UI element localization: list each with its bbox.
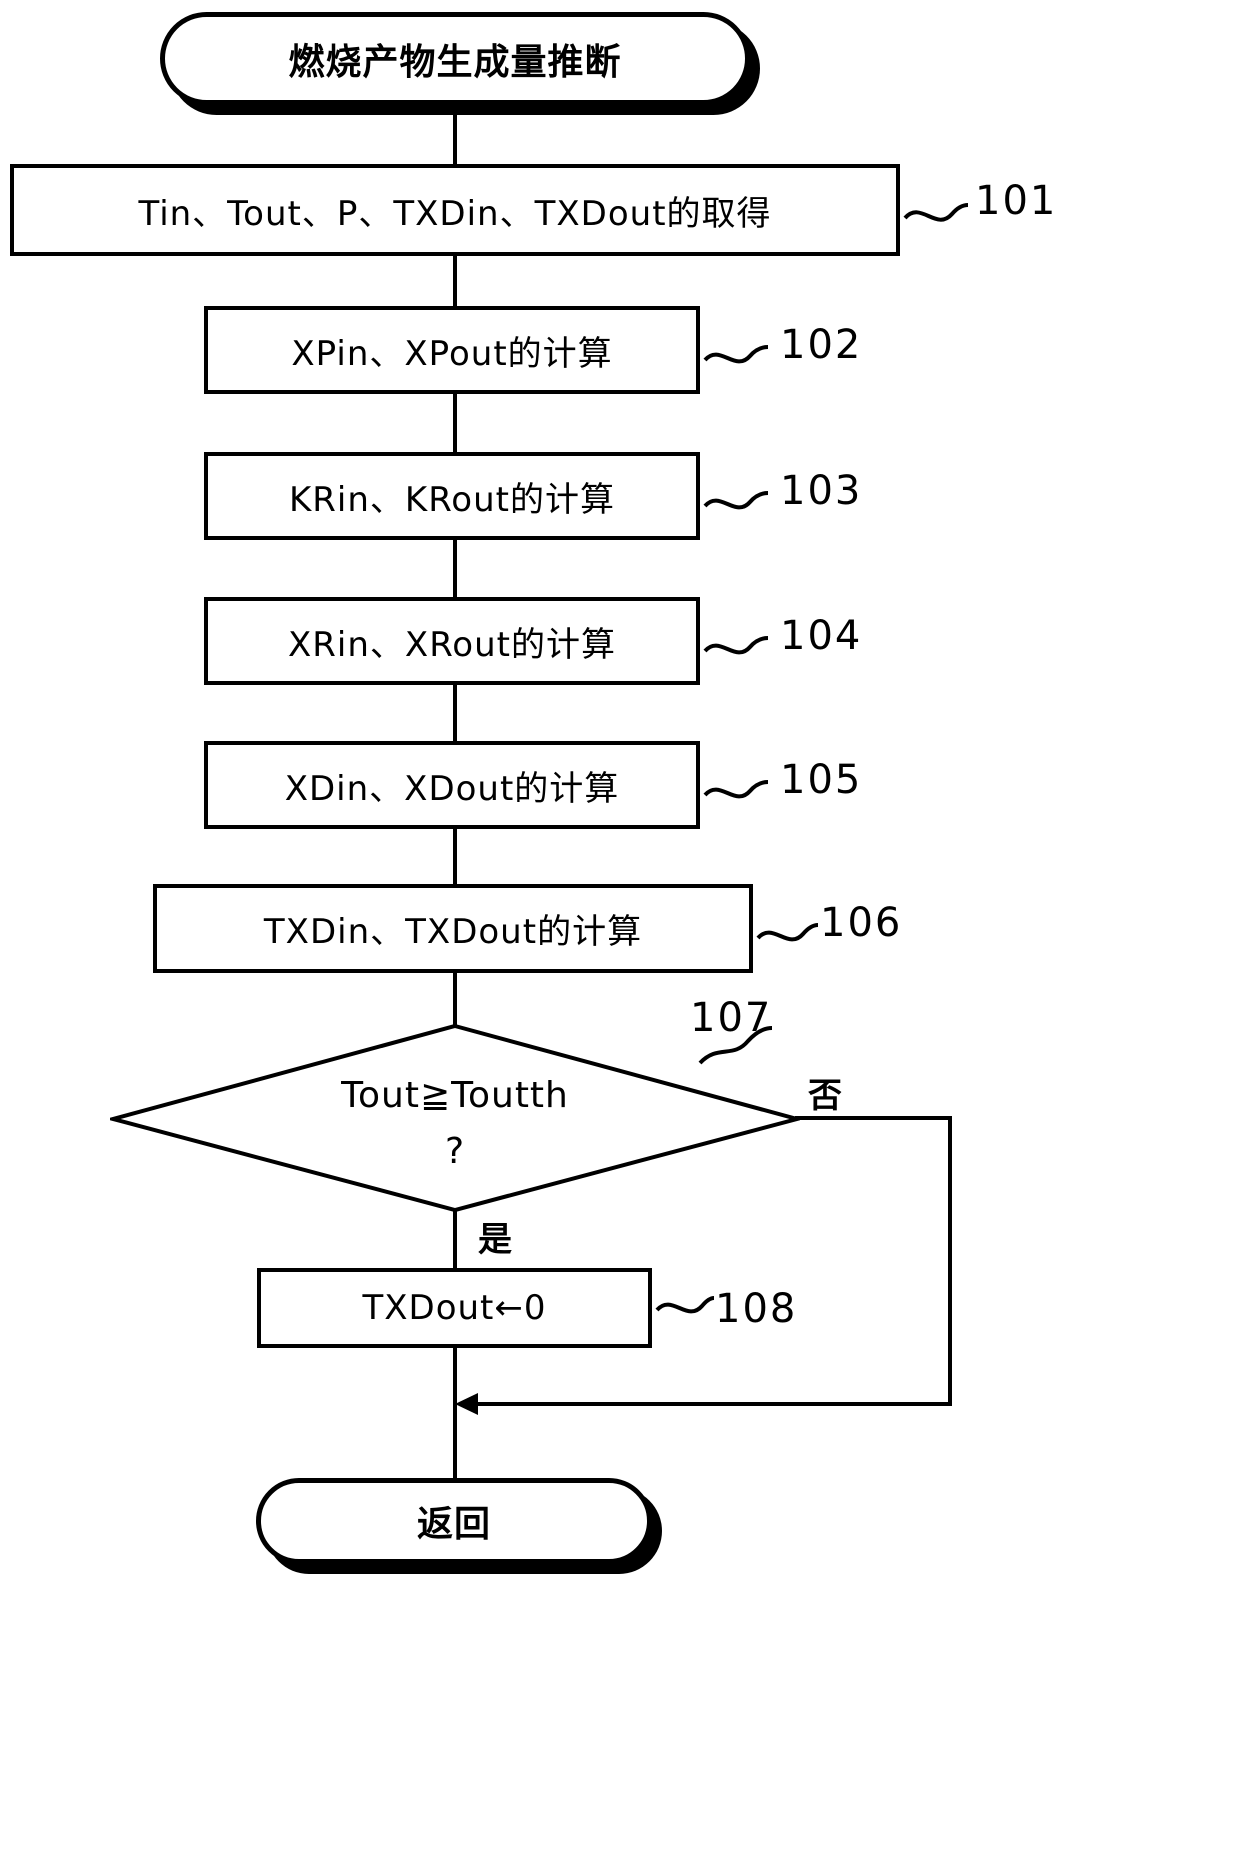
step-ref-104: 104 [780, 613, 863, 659]
branch-label-no: 否 [808, 1076, 842, 1116]
process-box-104[interactable]: XRin、XRout的计算 [204, 597, 700, 685]
process-box-103[interactable]: KRin、KRout的计算 [204, 452, 700, 540]
step-ref-103: 103 [780, 468, 863, 514]
start-terminator: 燃烧产物生成量推断 [160, 12, 750, 105]
step-ref-105: 105 [780, 757, 863, 803]
decision-condition: Tout≧Toutth [341, 1075, 569, 1116]
process-label-106: TXDin、TXDout的计算 [263, 912, 643, 952]
step-ref-101: 101 [975, 178, 1058, 224]
process-box-102[interactable]: XPin、XPout的计算 [204, 306, 700, 394]
decision-diamond-107[interactable]: Tout≧Toutth ? [110, 1023, 800, 1213]
step-ref-108: 108 [715, 1286, 798, 1332]
process-label-108: TXDout←0 [362, 1288, 547, 1328]
start-label: 燃烧产物生成量推断 [288, 41, 622, 83]
decision-question-mark: ? [444, 1131, 466, 1172]
branch-label-yes: 是 [478, 1220, 512, 1260]
step-ref-102: 102 [780, 322, 863, 368]
process-box-105[interactable]: XDin、XDout的计算 [204, 741, 700, 829]
end-label: 返回 [416, 1504, 491, 1545]
process-label-104: XRin、XRout的计算 [288, 624, 616, 665]
process-box-108[interactable]: TXDout←0 [257, 1268, 652, 1348]
process-label-101: Tin、Tout、P、TXDin、TXDout的取得 [138, 193, 772, 234]
flowchart-canvas: 燃烧产物生成量推断 Tin、Tout、P、TXDin、TXDout的取得 101… [0, 0, 1254, 1869]
step-ref-107: 107 [690, 995, 773, 1041]
process-box-101[interactable]: Tin、Tout、P、TXDin、TXDout的取得 [10, 164, 900, 256]
end-terminator: 返回 [256, 1478, 652, 1564]
process-label-105: XDin、XDout的计算 [284, 768, 620, 809]
process-box-106[interactable]: TXDin、TXDout的计算 [153, 884, 753, 973]
process-label-103: KRin、KRout的计算 [289, 479, 615, 520]
step-ref-106: 106 [820, 900, 903, 946]
process-label-102: XPin、XPout的计算 [291, 333, 613, 374]
